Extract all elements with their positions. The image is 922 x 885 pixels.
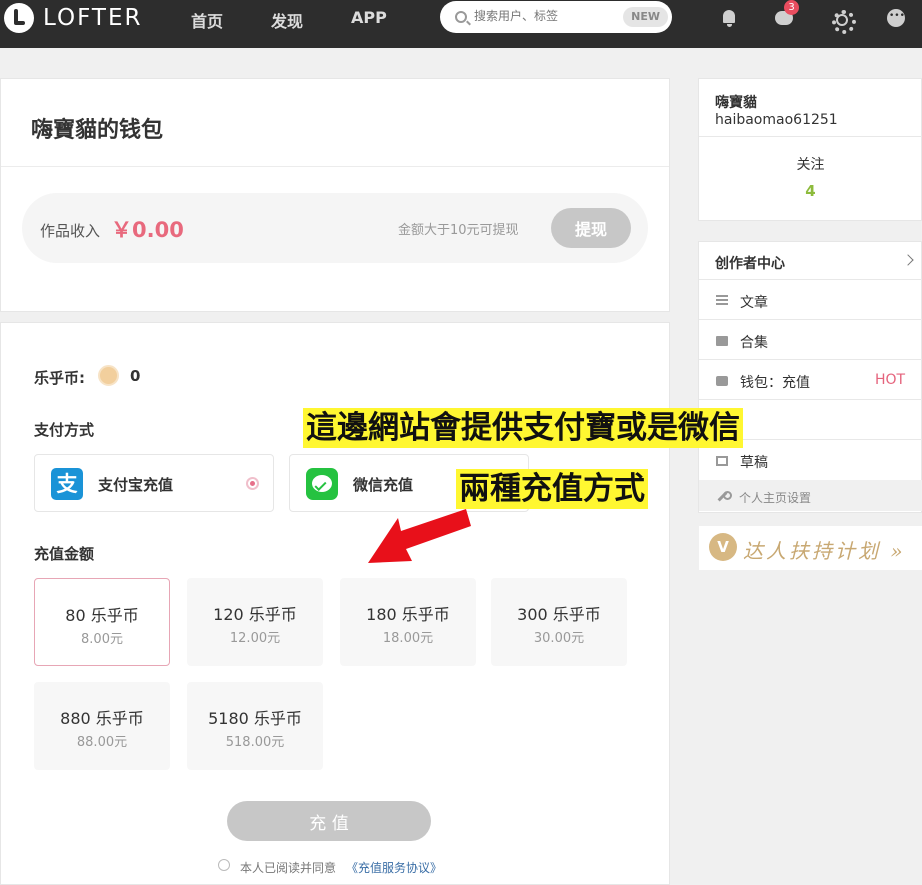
alipay-label: 支付宝充值	[98, 476, 174, 494]
menu-item-wallet[interactable]: 钱包：充值	[740, 372, 810, 392]
search-icon[interactable]	[455, 11, 467, 23]
coins-label: 乐乎币:	[34, 369, 85, 387]
wrench-icon	[717, 491, 732, 501]
page-title: 嗨寶貓的钱包	[31, 118, 164, 143]
alipay-option[interactable]: 支 支付宝充值	[34, 454, 274, 512]
search-new-badge: NEW	[623, 7, 668, 27]
amount-coins: 5180 乐乎币	[208, 709, 302, 728]
income-value: ￥0.00	[111, 218, 184, 242]
menu-divider	[699, 319, 922, 320]
coins-value: 0	[130, 367, 141, 385]
menu-divider	[699, 279, 922, 280]
menu-item-collections[interactable]: 合集	[740, 332, 768, 352]
menu-item-drafts[interactable]: 草稿	[740, 452, 768, 472]
amount-price: 8.00元	[81, 632, 123, 647]
creator-center-title[interactable]: 创作者中心	[715, 253, 785, 273]
withdraw-button[interactable]: 提现	[551, 208, 631, 248]
amount-coins: 880 乐乎币	[60, 709, 144, 728]
amount-option-5180[interactable]: 5180 乐乎币 518.00元	[187, 682, 323, 770]
menu-divider	[699, 359, 922, 360]
recharge-button[interactable]: 充 值	[227, 801, 431, 841]
message-count-badge: 3	[784, 0, 799, 15]
amount-price: 30.00元	[533, 631, 585, 646]
agree-text: 本人已阅读并同意	[240, 861, 337, 875]
coin-icon	[98, 365, 119, 386]
follow-label[interactable]: 关注	[699, 154, 922, 174]
amount-price: 88.00元	[76, 735, 128, 750]
search-input[interactable]	[474, 9, 624, 23]
nav-home[interactable]: 首页	[191, 8, 223, 32]
profile-name[interactable]: 嗨寶貓	[715, 92, 757, 112]
amount-coins: 180 乐乎币	[366, 605, 450, 624]
logo-text: LOFTER	[43, 5, 143, 31]
annotation-caption-line2: 兩種充值方式	[456, 469, 648, 509]
wechat-icon	[306, 468, 338, 500]
document-icon	[716, 295, 728, 305]
draft-icon	[716, 456, 728, 466]
profile-id: haibaomao61251	[715, 112, 838, 128]
lofter-logo-icon	[4, 3, 34, 33]
lofter-logo[interactable]: LOFTER	[4, 2, 143, 34]
amount-price: 518.00元	[225, 735, 285, 750]
amount-price: 12.00元	[229, 631, 281, 646]
folder-icon	[716, 336, 728, 346]
wallet-icon	[716, 376, 728, 386]
amount-coins: 120 乐乎币	[213, 605, 297, 624]
profile-divider	[699, 136, 922, 137]
follow-count[interactable]: 4	[699, 182, 922, 200]
amount-coins: 300 乐乎币	[517, 605, 601, 624]
nav-discover[interactable]: 发现	[271, 8, 303, 32]
menu-divider	[699, 399, 922, 400]
gear-icon[interactable]	[830, 8, 856, 34]
amount-coins: 80 乐乎币	[65, 606, 139, 625]
withdraw-hint: 金额大于10元可提现	[398, 223, 519, 238]
profile-settings-label[interactable]: 个人主页设置	[739, 489, 811, 506]
alipay-icon: 支	[51, 468, 83, 500]
amount-option-880[interactable]: 880 乐乎币 88.00元	[34, 682, 170, 770]
amount-option-120[interactable]: 120 乐乎币 12.00元	[187, 578, 323, 666]
amount-option-80[interactable]: 80 乐乎币 8.00元	[34, 578, 170, 666]
recharge-agreement-link[interactable]: 《充值服务协议》	[346, 859, 442, 876]
pay-methods-label: 支付方式	[34, 421, 95, 439]
amount-option-180[interactable]: 180 乐乎币 18.00元	[340, 578, 476, 666]
amount-price: 18.00元	[382, 631, 434, 646]
annotation-caption-line1: 這邊網站會提供支付寶或是微信	[303, 408, 743, 448]
agree-checkbox[interactable]	[218, 859, 230, 871]
wechat-pay-label: 微信充值	[353, 476, 414, 494]
more-icon[interactable]	[886, 8, 906, 28]
red-arrow-icon	[368, 509, 471, 563]
amount-label: 充值金额	[34, 545, 95, 563]
search-box: NEW	[440, 1, 672, 33]
v-badge-icon: V	[709, 533, 737, 561]
bell-icon[interactable]	[719, 8, 739, 28]
menu-item-articles[interactable]: 文章	[740, 292, 768, 312]
alipay-selected-radio[interactable]	[246, 477, 259, 490]
amount-option-300[interactable]: 300 乐乎币 30.00元	[491, 578, 627, 666]
nav-app[interactable]: APP	[351, 8, 387, 27]
title-divider	[1, 166, 669, 167]
top-navigation-bar: LOFTER 首页 发现 APP NEW 3	[0, 0, 922, 48]
hot-badge: HOT	[875, 372, 906, 388]
talent-support-text[interactable]: 达人扶持计划 »	[743, 535, 906, 564]
income-label: 作品收入	[40, 222, 101, 240]
